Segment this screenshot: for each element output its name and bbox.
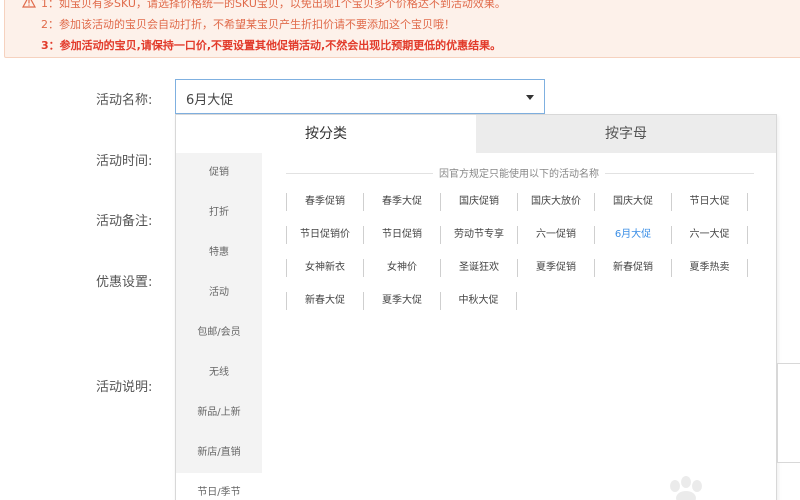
activity-name-option[interactable]: 节日大促 (671, 193, 748, 211)
caret-down-icon[interactable] (526, 95, 534, 100)
notice-line-3: 3：参加活动的宝贝,请保持一口价,不要设置其他促销活动,不然会出现比预期更低的优… (41, 39, 502, 52)
activity-name-option[interactable]: 国庆促销 (440, 193, 517, 211)
activity-name-select[interactable]: 6月大促 (175, 79, 545, 114)
activity-time-label: 活动时间: (96, 154, 153, 169)
activity-name-option[interactable]: 节日促销价 (286, 226, 363, 244)
category-item-shipping-member[interactable]: 包邮/会员 (176, 313, 262, 353)
activity-name-option[interactable]: 新春促销 (594, 259, 671, 277)
select-value: 6月大促 (186, 93, 234, 108)
discount-setting-label: 优惠设置: (96, 275, 153, 290)
activity-name-option[interactable]: 春季大促 (363, 193, 440, 211)
notice-box: 1：如宝贝有多SKU，请选择价格统一的SKU宝贝，以免出现1个宝贝多个价格达不到… (4, 0, 800, 58)
activity-name-label: 活动名称: (96, 93, 153, 108)
activity-name-option[interactable]: 节日促销 (363, 226, 440, 244)
notice-line-2: 2：参加该活动的宝贝会自动打折，不希望某宝贝产生折扣价请不要添加这个宝贝哦！ (41, 18, 455, 31)
side-panel-edge (777, 363, 800, 463)
activity-name-dropdown: 按分类 按字母 促销 打折 特惠 活动 包邮/会员 无线 新品/上新 新店/直销… (175, 114, 777, 500)
category-list: 促销 打折 特惠 活动 包邮/会员 无线 新品/上新 新店/直销 节日/季节 (176, 153, 262, 500)
notice-line-1: 1：如宝贝有多SKU，请选择价格统一的SKU宝贝，以免出现1个宝贝多个价格达不到… (41, 0, 506, 10)
category-item-activity[interactable]: 活动 (176, 273, 262, 313)
activity-name-option[interactable]: 六一促销 (517, 226, 594, 244)
activity-name-option[interactable]: 国庆大放价 (517, 193, 594, 211)
activity-name-option[interactable]: 夏季热卖 (671, 259, 748, 277)
category-item-holiday[interactable]: 节日/季节 (176, 473, 262, 500)
hint-label: 因官方规定只能使用以下的活动名称 (433, 169, 605, 180)
activity-note-label: 活动备注: (96, 214, 153, 229)
tab-by-letter[interactable]: 按字母 (476, 115, 776, 153)
activity-name-option[interactable]: 国庆大促 (594, 193, 671, 211)
category-item-new-products[interactable]: 新品/上新 (176, 393, 262, 433)
activity-desc-label: 活动说明: (96, 380, 153, 395)
category-item-discount[interactable]: 打折 (176, 193, 262, 233)
activity-name-grid: 因官方规定只能使用以下的活动名称 春季促销 春季大促 国庆促销 国庆大放价 国庆… (262, 153, 776, 500)
category-item-promotion[interactable]: 促销 (176, 153, 262, 193)
activity-name-option[interactable]: 六一大促 (671, 226, 748, 244)
category-item-wireless[interactable]: 无线 (176, 353, 262, 393)
activity-name-option[interactable]: 中秋大促 (440, 292, 517, 310)
activity-name-option[interactable]: 新春大促 (286, 292, 363, 310)
paw-watermark-icon (670, 476, 702, 500)
hint-text: 因官方规定只能使用以下的活动名称 (262, 165, 776, 180)
activity-name-option[interactable]: 春季促销 (286, 193, 363, 211)
category-item-special[interactable]: 特惠 (176, 233, 262, 273)
activity-name-option[interactable]: 夏季促销 (517, 259, 594, 277)
activity-name-option[interactable]: 劳动节专享 (440, 226, 517, 244)
category-item-new-store[interactable]: 新店/直销 (176, 433, 262, 473)
activity-name-option-selected[interactable]: 6月大促 (594, 226, 671, 244)
warning-icon (22, 0, 36, 8)
activity-name-option[interactable]: 圣诞狂欢 (440, 259, 517, 277)
activity-name-option[interactable]: 女神新衣 (286, 259, 363, 277)
activity-name-option[interactable]: 女神价 (363, 259, 440, 277)
activity-name-option[interactable]: 夏季大促 (363, 292, 440, 310)
tab-by-category[interactable]: 按分类 (176, 115, 476, 153)
